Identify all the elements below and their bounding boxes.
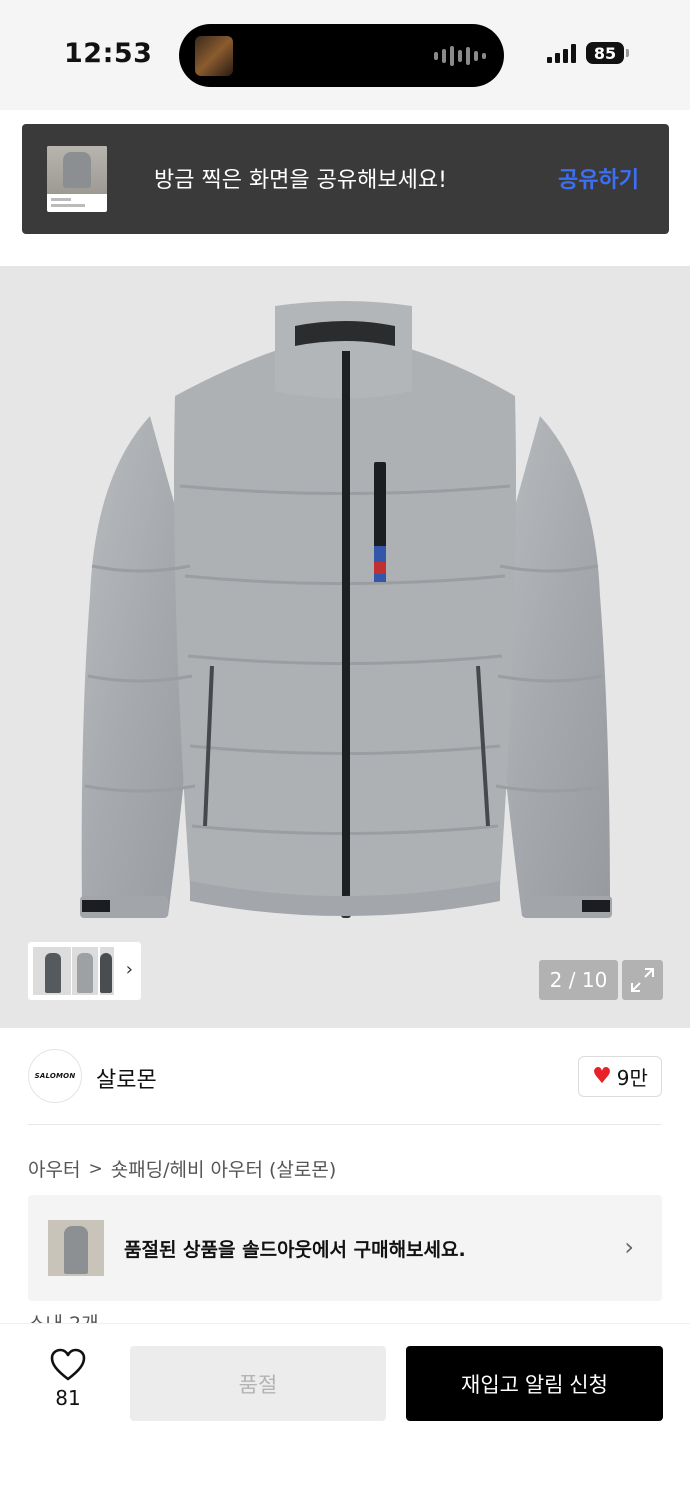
soldout-button[interactable]: 품절 <box>130 1346 386 1421</box>
chevron-right-icon: › <box>624 1233 634 1261</box>
status-indicators: 85 <box>547 42 629 64</box>
thumbnail-3[interactable] <box>100 947 114 995</box>
product-photo-puffer-jacket <box>80 301 612 918</box>
restock-alert-button[interactable]: 재입고 알림 신청 <box>406 1346 663 1421</box>
heart-outline-icon <box>50 1348 86 1381</box>
brand-logo[interactable]: SALOMON <box>28 1049 82 1103</box>
breadcrumb-separator-icon: > <box>88 1158 103 1179</box>
heart-filled-icon: ♥ <box>592 1063 612 1089</box>
thumbnail-2[interactable] <box>72 947 98 995</box>
image-page-counter: 2 / 10 <box>539 960 618 1000</box>
audio-waveform-icon <box>434 44 486 68</box>
thumbnail-strip[interactable]: › <box>28 942 141 1000</box>
brand-like-button[interactable]: ♥ 9만 <box>578 1056 662 1097</box>
expand-icon <box>631 968 654 992</box>
wishlist-count: 81 <box>55 1386 81 1410</box>
breadcrumb-item-outer[interactable]: 아우터 <box>28 1155 80 1182</box>
screenshot-thumbnail <box>47 146 107 212</box>
product-image-gallery[interactable]: › 2 / 10 <box>0 266 690 1028</box>
status-bar: 12:53 85 <box>0 0 690 110</box>
chevron-right-icon: › <box>125 959 133 980</box>
brand-name[interactable]: 살로몬 <box>96 1062 157 1094</box>
wishlist-button[interactable]: 81 <box>36 1348 100 1410</box>
soldout-promo-text: 품절된 상품을 솔드아웃에서 구매해보세요. <box>124 1239 466 1261</box>
thumbnail-1[interactable] <box>33 947 71 995</box>
partially-hidden-text: 스내 2개 <box>28 1309 99 1323</box>
battery-icon: 85 <box>586 42 629 64</box>
share-button[interactable]: 공유하기 <box>558 162 639 194</box>
soldout-promo-banner[interactable]: 품절된 상품을 솔드아웃에서 구매해보세요. › <box>28 1195 662 1301</box>
divider <box>28 1124 662 1125</box>
expand-image-button[interactable] <box>622 960 663 1000</box>
dynamic-island[interactable] <box>179 24 504 87</box>
cellular-signal-icon <box>547 43 576 63</box>
breadcrumb: 아우터 > 숏패딩/헤비 아우터 (살로몬) <box>28 1155 336 1182</box>
share-screenshot-toast: 방금 찍은 화면을 공유해보세요! 공유하기 <box>22 124 669 234</box>
breadcrumb-item-category[interactable]: 숏패딩/헤비 아우터 (살로몬) <box>111 1155 337 1182</box>
soldout-product-thumbnail <box>48 1220 104 1276</box>
share-toast-message: 방금 찍은 화면을 공유해보세요! <box>154 168 447 193</box>
now-playing-artwork-icon <box>195 36 233 76</box>
status-time: 12:53 <box>64 38 153 69</box>
bottom-action-bar: 81 품절 재입고 알림 신청 <box>0 1323 690 1500</box>
brand-like-count: 9만 <box>616 1066 648 1090</box>
